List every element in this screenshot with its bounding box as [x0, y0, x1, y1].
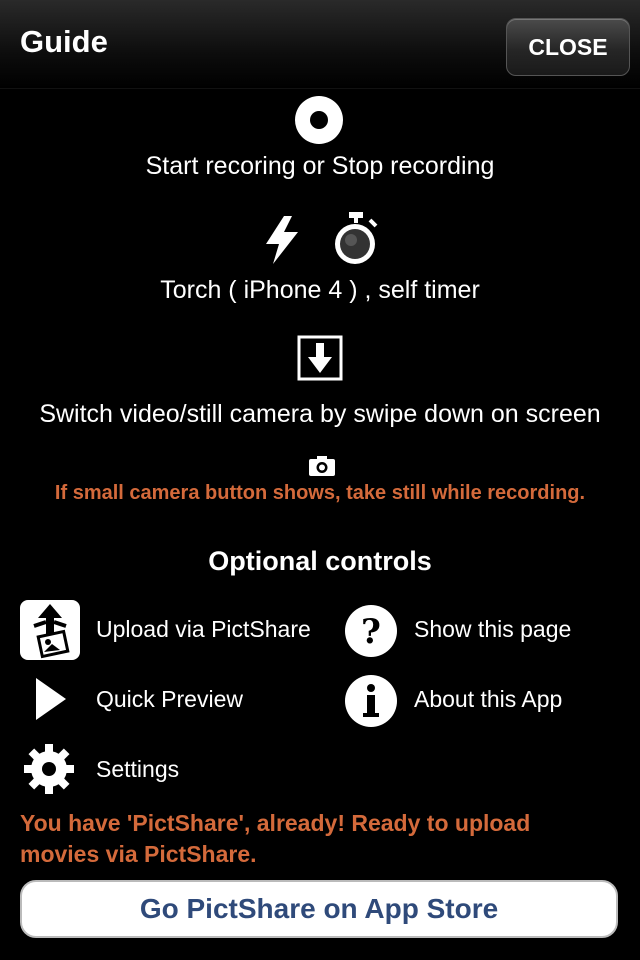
show-page-label: Show this page [414, 616, 572, 642]
record-icon [295, 96, 343, 144]
app-store-button[interactable]: Go PictShare on App Store [20, 880, 618, 938]
camera-icon [309, 456, 335, 476]
pictshare-notice: You have 'PictShare', already! Ready to … [20, 808, 530, 870]
svg-text:?: ? [361, 612, 381, 652]
gear-icon [24, 744, 74, 794]
still-capture-note: If small camera button shows, take still… [54, 482, 586, 504]
record-instruction: Start recoring or Stop recording [145, 152, 495, 180]
page-title: Guide [20, 24, 108, 59]
optional-controls-heading: Optional controls [208, 546, 432, 576]
help-icon: ? [345, 605, 397, 657]
notice-line-1: You have 'PictShare', already! Ready to … [20, 810, 531, 836]
about-app-label: About this App [414, 686, 563, 712]
info-icon [345, 675, 397, 727]
arrow-down-icon [297, 335, 343, 381]
torch-instruction: Torch ( iPhone 4 ) , self timer [160, 276, 480, 304]
upload-label: Upload via PictShare [96, 616, 311, 642]
flash-icon [266, 216, 298, 264]
notice-line-2: movies via PictShare. [20, 841, 257, 867]
close-button[interactable]: CLOSE [506, 18, 630, 76]
stopwatch-icon [335, 212, 378, 264]
navigation-bar: Guide CLOSE [0, 0, 640, 89]
play-icon [36, 678, 66, 720]
upload-icon [20, 600, 80, 660]
switch-instruction: Switch video/still camera by swipe down … [39, 400, 601, 428]
settings-label: Settings [96, 756, 180, 782]
quick-preview-label: Quick Preview [96, 686, 243, 712]
